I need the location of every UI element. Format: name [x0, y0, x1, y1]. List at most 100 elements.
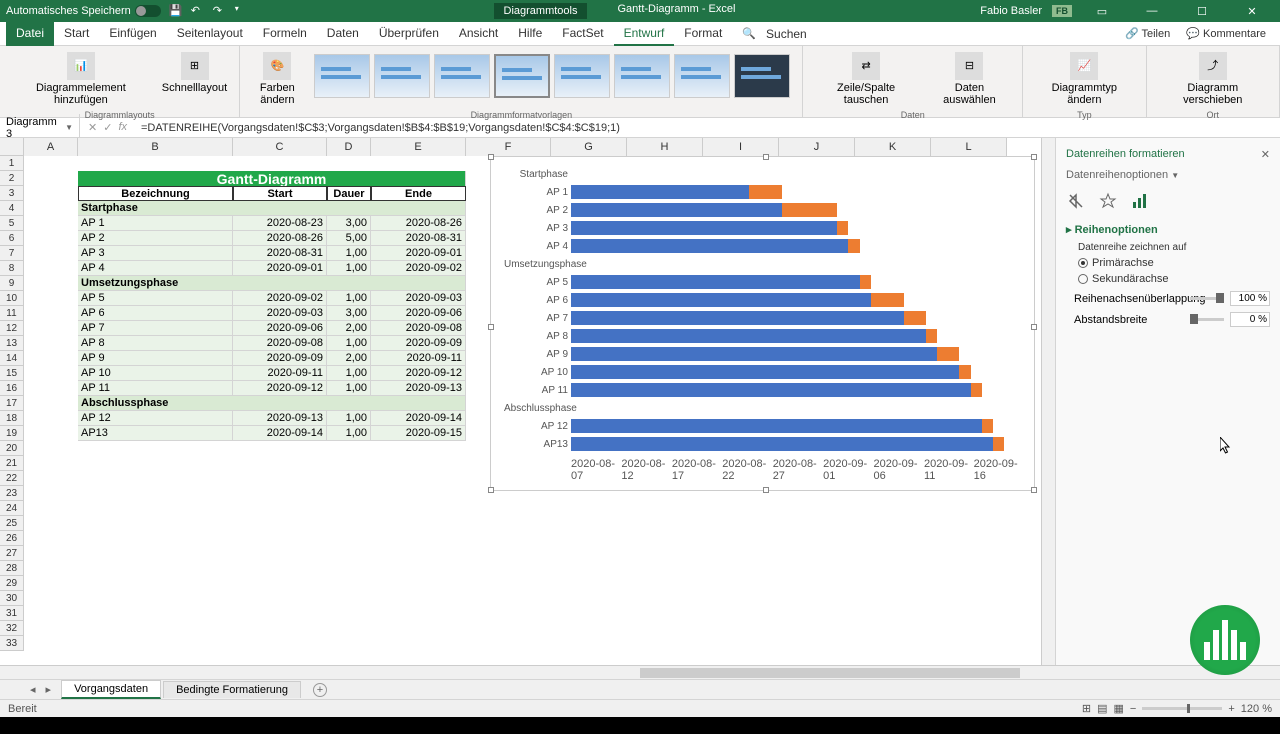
row-header-19[interactable]: 19	[0, 426, 24, 441]
cell[interactable]: 2020-09-14	[371, 411, 466, 426]
row-header-15[interactable]: 15	[0, 366, 24, 381]
tab-nav-prev-icon[interactable]: ◂	[30, 683, 36, 696]
menu-ansicht[interactable]: Ansicht	[449, 22, 508, 46]
cell[interactable]: 2020-09-01	[371, 246, 466, 261]
add-chart-element-button[interactable]: 📊Diagrammelement hinzufügen	[8, 50, 154, 108]
gantt-bar-duration[interactable]	[926, 329, 937, 343]
cell[interactable]: 2020-09-14	[233, 426, 327, 441]
share-button[interactable]: 🔗 Teilen	[1119, 25, 1176, 42]
gantt-bar-offset[interactable]	[571, 437, 993, 451]
cell[interactable]: 3,00	[327, 306, 371, 321]
minimize-icon[interactable]: —	[1132, 0, 1172, 22]
gantt-bar-duration[interactable]	[860, 275, 871, 289]
normal-view-icon[interactable]: ⊞	[1082, 702, 1091, 715]
cell[interactable]: 2020-09-06	[371, 306, 466, 321]
gantt-bar-duration[interactable]	[959, 365, 970, 379]
user-badge[interactable]: FB	[1052, 5, 1072, 17]
gantt-bar-duration[interactable]	[837, 221, 848, 235]
chart-style-7[interactable]	[674, 54, 730, 98]
gap-slider[interactable]	[1190, 318, 1224, 321]
cell[interactable]: AP 9	[78, 351, 233, 366]
ribbon-options-icon[interactable]: ▭	[1082, 0, 1122, 22]
cell[interactable]: 2020-09-08	[233, 336, 327, 351]
pane-close-icon[interactable]: ✕	[1261, 148, 1270, 161]
accept-formula-icon[interactable]: ✓	[103, 121, 112, 134]
gantt-bar-offset[interactable]	[571, 185, 749, 199]
menu-hilfe[interactable]: Hilfe	[508, 22, 552, 46]
cell[interactable]: 5,00	[327, 231, 371, 246]
cell[interactable]: 1,00	[327, 246, 371, 261]
gantt-bar-duration[interactable]	[782, 203, 837, 217]
qat-dropdown-icon[interactable]: ▾	[235, 4, 249, 18]
chart-style-1[interactable]	[314, 54, 370, 98]
cell[interactable]: 2020-09-01	[233, 261, 327, 276]
comments-button[interactable]: 💬 Kommentare	[1180, 25, 1272, 42]
cancel-formula-icon[interactable]: ✕	[88, 121, 97, 134]
cell[interactable]: 2020-09-02	[233, 291, 327, 306]
cell[interactable]: Start	[233, 186, 327, 201]
select-all-corner[interactable]	[0, 138, 24, 156]
sheet-tab-bedingte[interactable]: Bedingte Formatierung	[163, 681, 301, 698]
col-header-L[interactable]: L	[931, 138, 1007, 156]
cell[interactable]: AP 12	[78, 411, 233, 426]
gantt-bar-offset[interactable]	[571, 329, 926, 343]
cell[interactable]: 1,00	[327, 366, 371, 381]
chart-handle[interactable]	[763, 154, 769, 160]
row-header-18[interactable]: 18	[0, 411, 24, 426]
cell[interactable]: 2020-09-12	[233, 381, 327, 396]
row-header-20[interactable]: 20	[0, 441, 24, 456]
chart-handle[interactable]	[1031, 154, 1037, 160]
cell[interactable]: 2020-09-13	[371, 381, 466, 396]
series-options-section[interactable]: ▸ Reihenoptionen	[1066, 223, 1270, 236]
cell[interactable]: Abschlussphase	[78, 396, 466, 411]
chart-handle[interactable]	[488, 487, 494, 493]
menu-formeln[interactable]: Formeln	[253, 22, 317, 46]
overlap-slider[interactable]	[1190, 297, 1224, 300]
row-header-21[interactable]: 21	[0, 456, 24, 471]
user-name[interactable]: Fabio Basler	[980, 5, 1042, 17]
row-header-14[interactable]: 14	[0, 351, 24, 366]
close-icon[interactable]: ✕	[1232, 0, 1272, 22]
cell[interactable]: 2020-08-26	[233, 231, 327, 246]
row-header-6[interactable]: 6	[0, 231, 24, 246]
search-box[interactable]: Suchen	[756, 23, 817, 45]
row-header-17[interactable]: 17	[0, 396, 24, 411]
cell[interactable]: 3,00	[327, 216, 371, 231]
cell[interactable]: Umsetzungsphase	[78, 276, 466, 291]
quick-layout-button[interactable]: ⊞Schnelllayout	[158, 50, 231, 96]
row-header-33[interactable]: 33	[0, 636, 24, 651]
gantt-bar-offset[interactable]	[571, 203, 782, 217]
row-header-12[interactable]: 12	[0, 321, 24, 336]
worksheet-grid[interactable]: ABCDEFGHIJKL 123456789101112131415161718…	[0, 138, 1041, 665]
new-sheet-icon[interactable]: +	[313, 683, 327, 697]
gantt-bar-offset[interactable]	[571, 419, 982, 433]
col-header-B[interactable]: B	[78, 138, 233, 156]
cell[interactable]: 2020-09-08	[371, 321, 466, 336]
gap-input[interactable]	[1230, 312, 1270, 327]
row-header-11[interactable]: 11	[0, 306, 24, 321]
gantt-bar-offset[interactable]	[571, 311, 904, 325]
zoom-level[interactable]: 120 %	[1241, 703, 1272, 715]
gantt-bar-offset[interactable]	[571, 293, 871, 307]
cell[interactable]: AP 10	[78, 366, 233, 381]
row-header-7[interactable]: 7	[0, 246, 24, 261]
col-header-E[interactable]: E	[371, 138, 466, 156]
col-header-D[interactable]: D	[327, 138, 371, 156]
cell[interactable]: 2020-09-03	[371, 291, 466, 306]
row-header-5[interactable]: 5	[0, 216, 24, 231]
select-data-button[interactable]: ⊟Daten auswählen	[925, 50, 1014, 108]
gantt-chart[interactable]: StartphaseAP 1AP 2AP 3AP 4Umsetzungsphas…	[490, 156, 1035, 491]
change-colors-button[interactable]: 🎨Farben ändern	[248, 50, 306, 108]
col-header-K[interactable]: K	[855, 138, 931, 156]
cell[interactable]: 2020-09-09	[233, 351, 327, 366]
redo-icon[interactable]: ↷	[213, 4, 227, 18]
cell[interactable]: 2020-09-06	[233, 321, 327, 336]
cell[interactable]: 2,00	[327, 321, 371, 336]
effects-icon[interactable]	[1098, 191, 1118, 211]
gantt-bar-duration[interactable]	[848, 239, 859, 253]
gantt-bar-offset[interactable]	[571, 221, 837, 235]
row-header-8[interactable]: 8	[0, 261, 24, 276]
secondary-axis-radio[interactable]: Sekundärachse	[1078, 273, 1270, 285]
primary-axis-radio[interactable]: Primärachse	[1078, 257, 1270, 269]
menu-format[interactable]: Format	[674, 22, 732, 46]
